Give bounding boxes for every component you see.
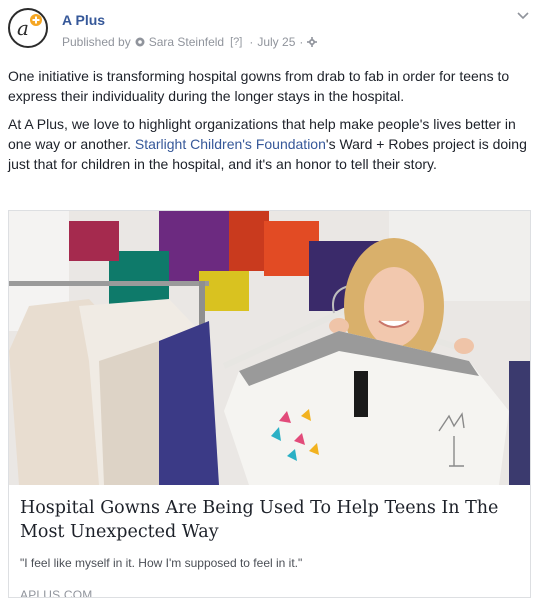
post-meta: Published by Sara Steinfeld [?] · July 2… [62,35,318,49]
info-marker[interactable]: [?] [230,36,242,48]
facebook-post: a A Plus Published by Sara Steinfeld [?]… [0,0,541,606]
meta-separator: · [249,35,254,49]
published-by-label: Published by [62,35,131,49]
article-domain: APLUS.COM [20,588,93,598]
post-text: One initiative is transforming hospital … [8,66,528,182]
meta-separator: · [299,35,304,49]
post-date-link[interactable]: July 25 [257,35,295,49]
author-link[interactable]: Sara Steinfeld [149,35,224,49]
globe-icon[interactable] [307,37,318,47]
post-paragraph-1: One initiative is transforming hospital … [8,68,510,104]
article-title[interactable]: Hospital Gowns Are Being Used To Help Te… [20,496,520,544]
article-photo[interactable] [9,211,530,485]
settings-gear-icon [135,37,145,47]
chevron-down-icon[interactable] [517,12,529,20]
a-plus-logo-icon[interactable]: a [8,8,48,48]
svg-text:a: a [17,16,29,40]
page-name-link[interactable]: A Plus [62,12,105,28]
article-photo-illustration [9,211,530,485]
article-description: "I feel like myself in it. How I'm suppo… [20,556,303,570]
article-link-card[interactable]: Hospital Gowns Are Being Used To Help Te… [8,210,531,598]
starlight-foundation-link[interactable]: Starlight Children's Foundation [135,136,326,152]
post-paragraph-2: At A Plus, we love to highlight organiza… [8,114,528,174]
article-info[interactable]: Hospital Gowns Are Being Used To Help Te… [20,496,520,598]
